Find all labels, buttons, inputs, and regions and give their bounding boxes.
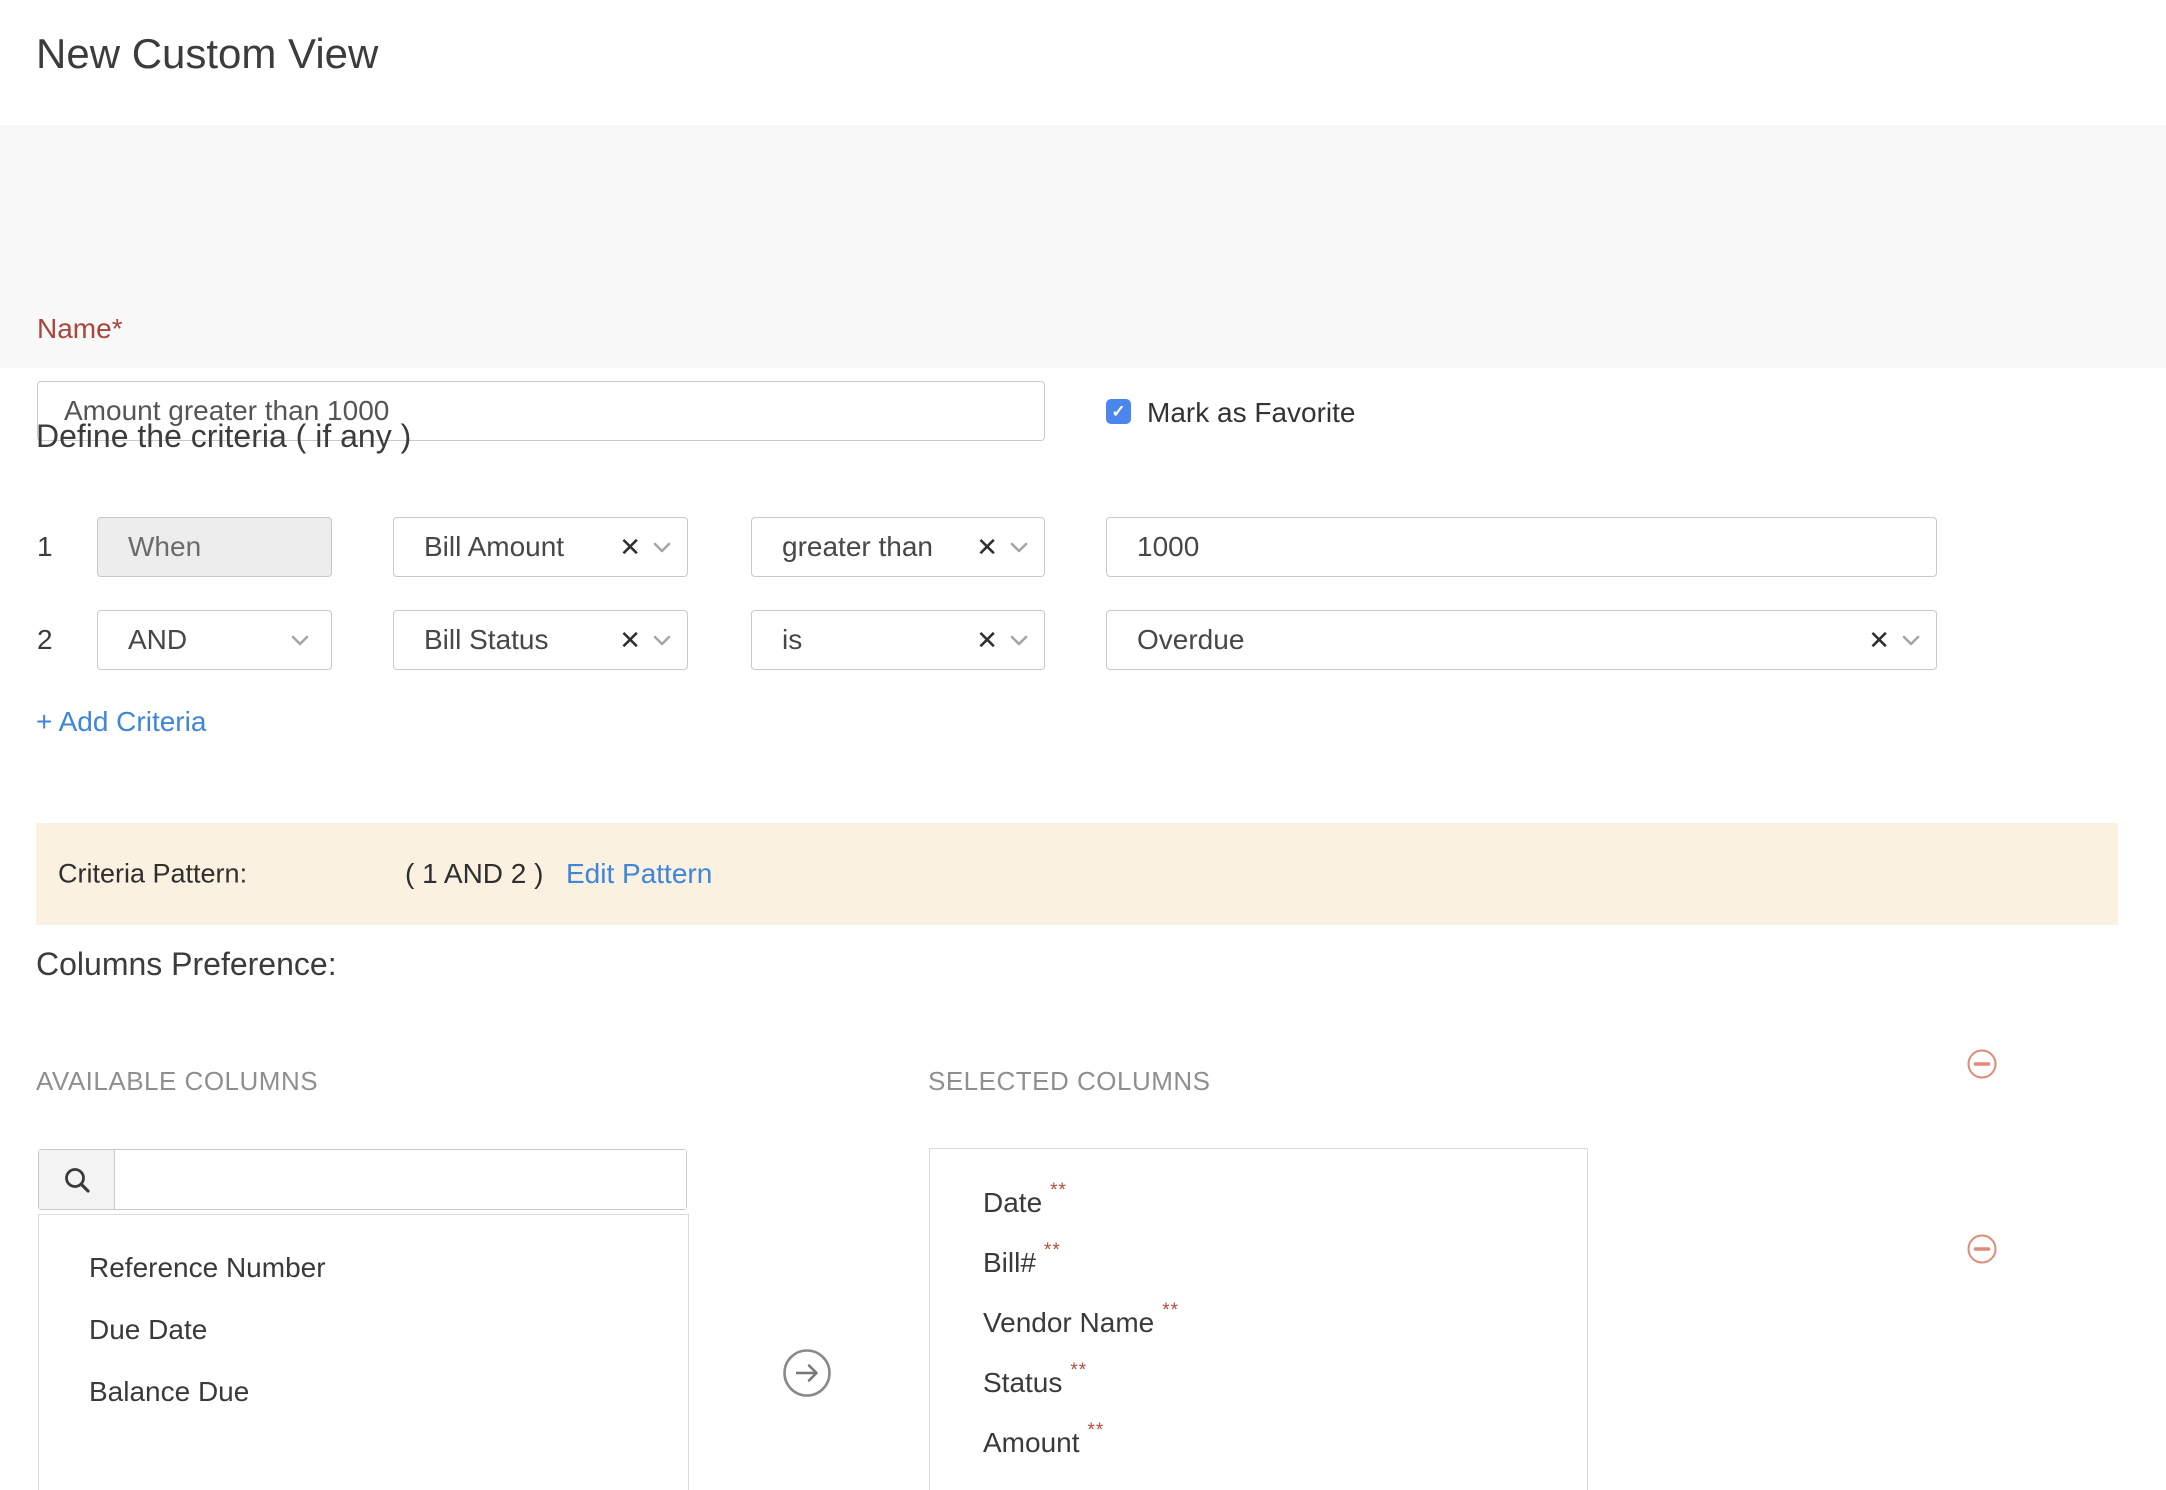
page-title: New Custom View — [36, 30, 378, 78]
required-marker: ** — [1088, 1421, 1105, 1440]
favorite-label[interactable]: Mark as Favorite — [1147, 397, 1356, 429]
selected-columns-list: Date ** Bill# ** Vendor Name ** Status *… — [929, 1148, 1588, 1490]
field-dropdown-1-value: Bill Amount — [394, 531, 564, 563]
field-dropdown-1[interactable]: Bill Amount ✕ — [393, 517, 688, 577]
clear-value-icon[interactable]: ✕ — [1868, 627, 1890, 653]
chevron-down-icon[interactable] — [1010, 635, 1028, 646]
logic-dropdown-2[interactable]: AND — [97, 610, 332, 670]
field-dropdown-2[interactable]: Bill Status ✕ — [393, 610, 688, 670]
criteria-heading: Define the criteria ( if any ) — [36, 418, 411, 455]
chevron-down-icon[interactable] — [1010, 542, 1028, 553]
required-marker: ** — [1162, 1301, 1179, 1320]
clear-field-icon[interactable]: ✕ — [619, 627, 641, 653]
available-columns-search — [38, 1149, 687, 1210]
value-dropdown-2[interactable]: Overdue ✕ — [1106, 610, 1937, 670]
selected-column-label: Bill# — [983, 1233, 1036, 1293]
move-selected-button[interactable] — [782, 1348, 832, 1398]
minus-circle-icon — [1966, 1233, 1998, 1265]
field-dropdown-2-value: Bill Status — [394, 624, 549, 656]
name-section: Name* ✓ Mark as Favorite — [0, 125, 2166, 368]
operator-dropdown-1-value: greater than — [752, 531, 933, 563]
chevron-down-icon[interactable] — [1902, 635, 1920, 646]
selected-column-item[interactable]: Vendor Name ** — [930, 1293, 1587, 1353]
criteria-row-1: 1 When Bill Amount ✕ greater than ✕ — [0, 517, 2166, 577]
chevron-down-icon[interactable] — [291, 635, 309, 646]
criteria-pattern-label: Criteria Pattern: — [58, 859, 247, 890]
columns-preference-heading: Columns Preference: — [36, 946, 337, 983]
available-column-item[interactable]: Balance Due — [39, 1361, 688, 1423]
selected-columns-title: SELECTED COLUMNS — [928, 1066, 1211, 1097]
selected-column-item[interactable]: Status ** — [930, 1353, 1587, 1413]
clear-operator-icon[interactable]: ✕ — [976, 627, 998, 653]
selected-column-label: Amount — [983, 1413, 1080, 1473]
remove-criteria-button-1[interactable] — [1966, 1048, 1998, 1080]
value-dropdown-2-value: Overdue — [1107, 624, 1244, 656]
criteria-row-number: 2 — [37, 610, 67, 670]
operator-dropdown-2-value: is — [752, 624, 802, 656]
clear-field-icon[interactable]: ✕ — [619, 534, 641, 560]
selected-column-label: Status — [983, 1353, 1062, 1413]
chevron-down-icon[interactable] — [653, 635, 671, 646]
criteria-pattern-value: ( 1 AND 2 ) — [405, 858, 543, 890]
criteria-row-2: 2 AND Bill Status ✕ is ✕ Overdue ✕ — [0, 610, 2166, 670]
search-icon-cell — [39, 1150, 115, 1209]
search-input[interactable] — [115, 1150, 686, 1209]
name-label: Name* — [37, 313, 123, 345]
available-column-item[interactable]: Due Date — [39, 1299, 688, 1361]
selected-column-label: Vendor Name — [983, 1293, 1154, 1353]
clear-operator-icon[interactable]: ✕ — [976, 534, 998, 560]
search-icon — [62, 1165, 92, 1195]
required-marker: ** — [1044, 1241, 1061, 1260]
available-column-item[interactable]: Reference Number — [39, 1237, 688, 1299]
checkmark-icon: ✓ — [1111, 403, 1125, 420]
favorite-checkbox[interactable]: ✓ — [1106, 399, 1131, 424]
criteria-when-box: When — [97, 517, 332, 577]
available-columns-title: AVAILABLE COLUMNS — [36, 1066, 318, 1097]
logic-dropdown-2-value: AND — [98, 624, 187, 656]
arrow-right-circle-icon — [782, 1348, 832, 1398]
operator-dropdown-2[interactable]: is ✕ — [751, 610, 1045, 670]
chevron-down-icon[interactable] — [653, 542, 671, 553]
add-criteria-link[interactable]: + Add Criteria — [36, 706, 206, 738]
edit-pattern-link[interactable]: Edit Pattern — [566, 858, 712, 890]
selected-column-label: Date — [983, 1173, 1042, 1233]
required-marker: ** — [1070, 1361, 1087, 1380]
minus-circle-icon — [1966, 1048, 1998, 1080]
new-custom-view-page: New Custom View Name* ✓ Mark as Favorite… — [0, 0, 2166, 1490]
selected-column-item[interactable]: Amount ** — [930, 1413, 1587, 1473]
available-columns-list: Reference Number Due Date Balance Due — [38, 1214, 689, 1490]
when-label: When — [98, 531, 201, 563]
remove-criteria-button-2[interactable] — [1966, 1233, 1998, 1265]
criteria-row-number: 1 — [37, 517, 67, 577]
required-marker: ** — [1050, 1181, 1067, 1200]
selected-column-item[interactable]: Bill# ** — [930, 1233, 1587, 1293]
criteria-value-input-1[interactable] — [1106, 517, 1937, 577]
operator-dropdown-1[interactable]: greater than ✕ — [751, 517, 1045, 577]
selected-column-item[interactable]: Date ** — [930, 1173, 1587, 1233]
criteria-pattern-bar: Criteria Pattern: ( 1 AND 2 ) Edit Patte… — [36, 823, 2118, 925]
